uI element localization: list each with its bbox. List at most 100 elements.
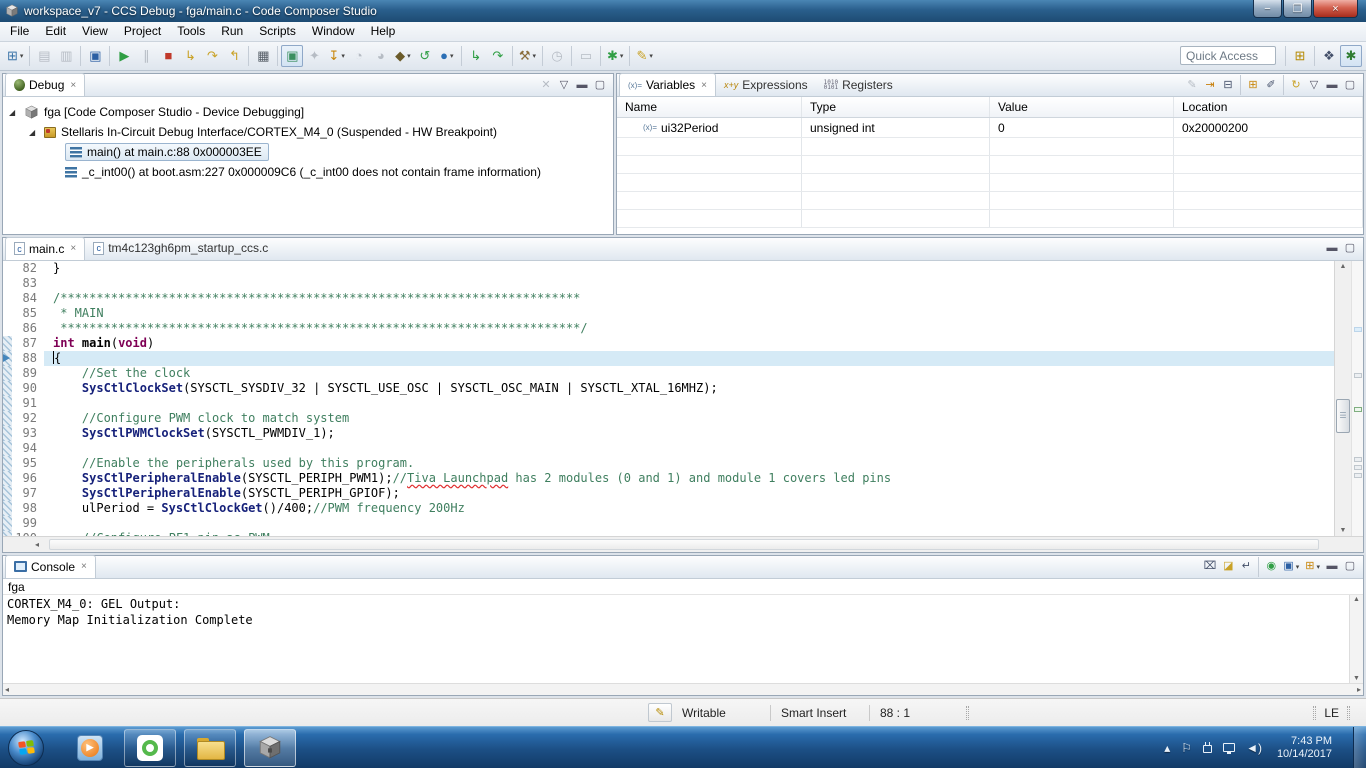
maximize-button[interactable]: ▢ (591, 75, 609, 95)
build-button[interactable]: ⚒▾ (516, 45, 539, 67)
new-file-button[interactable]: ⊞▾ (4, 45, 26, 67)
column-header-value[interactable]: Value (990, 97, 1174, 117)
console-output[interactable]: CORTEX_M4_0: GEL Output:Memory Map Initi… (3, 595, 1349, 684)
debug-tree-item[interactable]: _c_int00() at boot.asm:227 0x000009C6 (_… (3, 162, 613, 182)
line-number[interactable]: 89 (12, 366, 44, 381)
line-number[interactable]: 84 (12, 291, 44, 306)
line-number[interactable]: 82 (12, 261, 44, 276)
view-menu-button[interactable]: ▽ (1305, 75, 1323, 95)
ruler-mark-current-line[interactable] (1354, 407, 1362, 412)
quick-access-input[interactable]: Quick Access (1180, 46, 1276, 65)
column-header-type[interactable]: Type (802, 97, 990, 117)
tree-expander-icon[interactable]: ◢ (9, 108, 19, 117)
maximize-button[interactable]: ▢ (1341, 239, 1359, 259)
code-line[interactable]: 84/*************************************… (3, 291, 1334, 306)
terminate-button[interactable]: ■ (157, 45, 179, 67)
restore-button[interactable]: ❐ (1283, 0, 1312, 18)
tab-expressions[interactable]: x+yExpressions (716, 73, 816, 96)
display-selected-console-button[interactable]: ▣▾ (1280, 557, 1302, 577)
open-console-button[interactable]: ⊞▾ (1302, 557, 1323, 577)
code-line[interactable]: 96 SysCtlPeripheralEnable(SYSCTL_PERIPH_… (3, 471, 1334, 486)
line-number[interactable]: 88 (12, 351, 44, 366)
menu-help[interactable]: Help (363, 22, 404, 40)
code-line[interactable]: 98 ulPeriod = SysCtlClockGet()/400;//PWM… (3, 501, 1334, 516)
line-number[interactable]: 83 (12, 276, 44, 291)
show-desktop-button[interactable] (1353, 727, 1366, 768)
ruler-mark[interactable] (1354, 373, 1362, 378)
console-horizontal-scrollbar[interactable]: ◂ ▸ (3, 683, 1363, 695)
minimize-button[interactable]: ▬ (573, 75, 591, 95)
code-line[interactable]: 82} (3, 261, 1334, 276)
column-header-name[interactable]: Name (617, 97, 802, 117)
show-hidden-icons-button[interactable]: ▴ (1164, 741, 1170, 755)
word-wrap-button[interactable]: ↵ (1237, 557, 1255, 577)
maximize-button[interactable]: ▢ (1341, 557, 1359, 577)
line-number[interactable]: 90 (12, 381, 44, 396)
editor-tab-main.c[interactable]: cmain.c× (5, 237, 85, 260)
tab-registers[interactable]: 10100101Registers (816, 73, 901, 96)
code-line[interactable]: 92 //Configure PWM clock to match system (3, 411, 1334, 426)
line-number[interactable]: 86 (12, 321, 44, 336)
code-line[interactable]: 86 *************************************… (3, 321, 1334, 336)
line-number[interactable]: 97 (12, 486, 44, 501)
scroll-down-icon[interactable]: ▼ (1335, 527, 1351, 534)
menu-window[interactable]: Window (304, 22, 363, 40)
resume-button[interactable]: ▶ (113, 45, 135, 67)
scroll-right-icon[interactable]: ▸ (1357, 685, 1361, 694)
ruler-mark[interactable] (1354, 473, 1362, 478)
code-line[interactable]: 97 SysCtlPeripheralEnable(SYSCTL_PERIPH_… (3, 486, 1334, 501)
variable-row[interactable]: (x)=ui32Periodunsigned int00x20000200 (617, 118, 1363, 138)
code-line[interactable]: 90 SysCtlClockSet(SYSCTL_SYSDIV_32 | SYS… (3, 381, 1334, 396)
open-new-view-button[interactable]: ⊞ (1244, 75, 1262, 95)
tab-debug[interactable]: Debug × (5, 73, 85, 96)
code-line[interactable]: 87int main(void) (3, 336, 1334, 351)
tab-variables[interactable]: (x)=Variables× (619, 73, 716, 96)
scrollbar-thumb[interactable]: ☰ (1336, 399, 1350, 433)
scroll-up-icon[interactable]: ▲ (1350, 596, 1363, 603)
step-into-button[interactable]: ↳ (179, 45, 201, 67)
view-menu-button[interactable]: ▽ (555, 75, 573, 95)
code-line[interactable]: 83 (3, 276, 1334, 291)
taskbar-clock[interactable]: 7:43 PM 10/14/2017 (1277, 735, 1332, 761)
minimize-button[interactable]: ▬ (1323, 75, 1341, 95)
console-vertical-scrollbar[interactable]: ▲ ▼ (1349, 595, 1363, 684)
close-icon[interactable]: × (70, 243, 76, 254)
line-number[interactable]: 87 (12, 336, 44, 351)
line-number[interactable]: 95 (12, 456, 44, 471)
close-icon[interactable]: × (70, 80, 76, 91)
network-icon[interactable] (1223, 743, 1235, 752)
highlight-button[interactable]: ✎▾ (633, 45, 655, 67)
pin-console-button[interactable]: ◉ (1262, 557, 1280, 577)
refresh-button[interactable]: ↻ (1287, 75, 1305, 95)
editor-tab-tm4c123gh6pm_startup_ccs.c[interactable]: ctm4c123gh6pm_startup_ccs.c (85, 237, 276, 260)
line-number[interactable]: 91 (12, 396, 44, 411)
power-plug-icon[interactable] (1203, 745, 1212, 753)
ccs-taskbar-button[interactable] (244, 729, 296, 767)
volume-icon[interactable]: ◄) (1246, 741, 1262, 755)
code-line[interactable]: 91 (3, 396, 1334, 411)
code-line[interactable]: 94 (3, 441, 1334, 456)
tab-console[interactable]: Console × (5, 555, 96, 578)
asm-step-into-button[interactable]: ↳ (465, 45, 487, 67)
wmp-taskbar-button[interactable]: ▶ (64, 729, 116, 767)
menu-run[interactable]: Run (213, 22, 251, 40)
ccs-edit-perspective-button[interactable]: ❖ (1318, 45, 1340, 67)
view-memory-button[interactable]: ▦ (252, 45, 274, 67)
code-line[interactable]: 85 * MAIN (3, 306, 1334, 321)
scrollbar-thumb[interactable] (49, 539, 1319, 550)
open-perspective-button[interactable]: ⊞ (1289, 45, 1311, 67)
step-over-button[interactable]: ↷ (201, 45, 223, 67)
pin-view-button[interactable]: ✐ (1262, 75, 1280, 95)
reset-cpu-button[interactable]: ↺ (414, 45, 436, 67)
code-line[interactable]: 95 //Enable the peripherals used by this… (3, 456, 1334, 471)
overview-ruler[interactable] (1351, 261, 1363, 536)
explorer-taskbar-button[interactable] (184, 729, 236, 767)
collapse-all-button[interactable]: ⊟ (1219, 75, 1237, 95)
menu-view[interactable]: View (74, 22, 116, 40)
close-icon[interactable]: × (701, 80, 707, 91)
code-line[interactable]: 88{ (3, 351, 1334, 366)
new-debug-button[interactable]: ✱▾ (604, 45, 626, 67)
close-button[interactable]: × (1313, 0, 1358, 18)
menu-edit[interactable]: Edit (37, 22, 74, 40)
menu-file[interactable]: File (2, 22, 37, 40)
